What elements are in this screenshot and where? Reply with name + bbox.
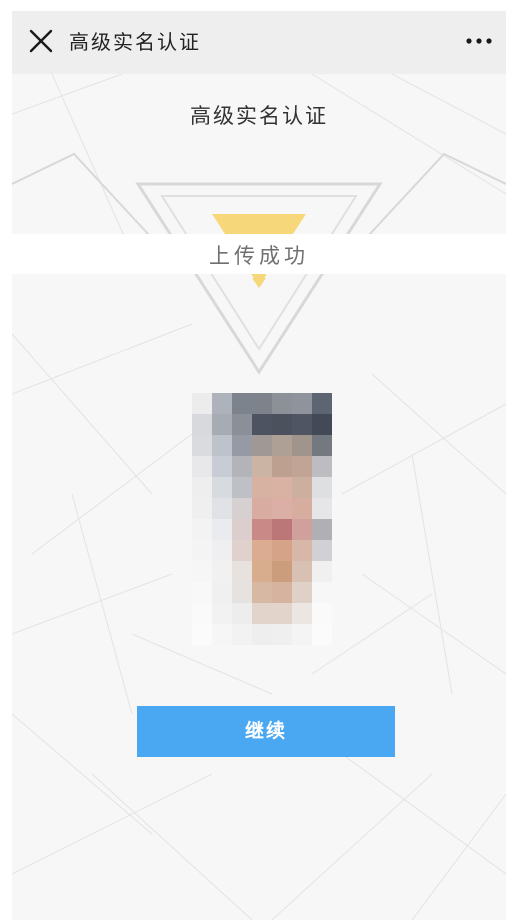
- photo-pixel: [292, 393, 312, 414]
- photo-pixel: [312, 414, 332, 435]
- photo-pixel: [232, 561, 252, 582]
- photo-pixel: [312, 624, 332, 645]
- photo-pixel: [292, 414, 312, 435]
- photo-pixel: [232, 414, 252, 435]
- photo-pixel: [212, 624, 232, 645]
- photo-pixel: [272, 477, 292, 498]
- photo-pixel: [232, 477, 252, 498]
- photo-pixel: [272, 624, 292, 645]
- photo-pixel: [312, 435, 332, 456]
- close-icon: [29, 29, 53, 53]
- photo-pixel: [232, 582, 252, 603]
- photo-pixel: [212, 414, 232, 435]
- photo-pixel: [252, 519, 272, 540]
- page-title: 高级实名认证: [190, 104, 328, 128]
- photo-pixel: [272, 456, 292, 477]
- photo-pixel: [272, 498, 292, 519]
- screen: 高级实名认证 高级实名认证 上传成功 继续: [12, 11, 506, 920]
- photo-pixel: [252, 498, 272, 519]
- photo-pixel: [312, 393, 332, 414]
- photo-pixel: [292, 624, 312, 645]
- photo-pixel: [192, 561, 212, 582]
- close-button[interactable]: [28, 28, 54, 54]
- photo-pixel: [312, 456, 332, 477]
- photo-pixel: [232, 603, 252, 624]
- photo-pixel: [272, 393, 292, 414]
- photo-pixel: [252, 456, 272, 477]
- photo-pixel: [232, 435, 252, 456]
- photo-pixel: [212, 477, 232, 498]
- photo-pixel: [292, 477, 312, 498]
- photo-pixel: [312, 603, 332, 624]
- upload-success-text: 上传成功: [209, 244, 309, 268]
- photo-pixel: [192, 456, 212, 477]
- nav-title: 高级实名认证: [69, 30, 201, 54]
- photo-pixel: [252, 435, 272, 456]
- photo-pixel: [312, 582, 332, 603]
- photo-pixel: [252, 540, 272, 561]
- photo-pixel: [312, 540, 332, 561]
- photo-pixel: [192, 519, 212, 540]
- photo-pixel: [212, 540, 232, 561]
- photo-pixel: [232, 456, 252, 477]
- photo-pixel: [212, 393, 232, 414]
- uploaded-photo[interactable]: [192, 393, 332, 645]
- photo-pixel: [272, 414, 292, 435]
- photo-pixel: [252, 582, 272, 603]
- photo-pixel: [192, 435, 212, 456]
- photo-pixel: [212, 456, 232, 477]
- photo-pixel: [212, 498, 232, 519]
- photo-pixel: [272, 519, 292, 540]
- photo-pixel: [292, 519, 312, 540]
- photo-pixel: [312, 498, 332, 519]
- photo-pixel: [232, 624, 252, 645]
- continue-button[interactable]: 继续: [137, 706, 395, 757]
- photo-pixel: [252, 603, 272, 624]
- photo-pixel: [232, 393, 252, 414]
- photo-pixel: [192, 582, 212, 603]
- photo-pixel: [312, 477, 332, 498]
- more-button[interactable]: [462, 28, 496, 54]
- photo-pixel: [192, 414, 212, 435]
- photo-pixel: [192, 498, 212, 519]
- photo-pixel: [292, 435, 312, 456]
- photo-pixel: [192, 624, 212, 645]
- photo-pixel: [272, 561, 292, 582]
- photo-pixel: [252, 393, 272, 414]
- photo-pixel: [272, 582, 292, 603]
- photo-pixel: [292, 603, 312, 624]
- photo-pixel: [272, 540, 292, 561]
- photo-pixel: [232, 519, 252, 540]
- photo-pixel: [192, 477, 212, 498]
- photo-pixel: [212, 435, 232, 456]
- navigation-bar: 高级实名认证: [12, 11, 506, 74]
- photo-pixel: [252, 624, 272, 645]
- photo-pixel: [192, 603, 212, 624]
- photo-pixel: [292, 540, 312, 561]
- more-icon: [466, 38, 492, 44]
- photo-pixel: [212, 561, 232, 582]
- photo-pixel: [252, 477, 272, 498]
- photo-pixel: [292, 498, 312, 519]
- photo-pixel: [272, 435, 292, 456]
- photo-pixel: [212, 519, 232, 540]
- photo-pixel: [192, 393, 212, 414]
- photo-pixel: [292, 561, 312, 582]
- photo-pixel: [312, 519, 332, 540]
- photo-pixel: [292, 456, 312, 477]
- photo-pixel: [192, 540, 212, 561]
- photo-pixel: [272, 603, 292, 624]
- photo-pixel: [252, 561, 272, 582]
- photo-pixel: [312, 561, 332, 582]
- photo-pixel: [212, 582, 232, 603]
- photo-pixel: [232, 498, 252, 519]
- photo-pixel: [232, 540, 252, 561]
- photo-pixel: [292, 582, 312, 603]
- photo-pixel: [212, 603, 232, 624]
- photo-pixel: [252, 414, 272, 435]
